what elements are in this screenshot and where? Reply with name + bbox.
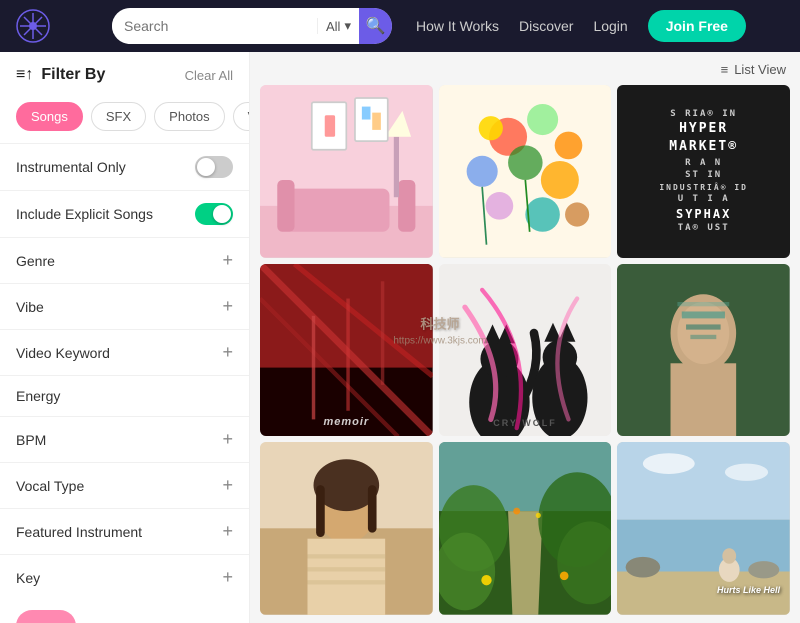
grid-item-coastal[interactable]: Hurts Like Hell — [617, 442, 790, 615]
grid-item-text-art[interactable]: S RIA® IN HYPER MARKET® R A N ST IN INDU… — [617, 85, 790, 258]
search-bar: All ▾ 🔍 — [112, 8, 392, 44]
genre-expand-icon: + — [222, 250, 233, 271]
memoir-illustration — [260, 264, 433, 437]
nav-discover[interactable]: Discover — [519, 18, 573, 34]
filter-section-genre[interactable]: Genre + — [0, 237, 249, 283]
vocal-type-label: Vocal Type — [16, 478, 84, 494]
filter-section-featured-instrument[interactable]: Featured Instrument + — [0, 508, 249, 554]
image-grid: S RIA® IN HYPER MARKET® R A N ST IN INDU… — [260, 85, 790, 615]
bpm-expand-icon: + — [222, 429, 233, 450]
filter-section-bpm[interactable]: BPM + — [0, 416, 249, 462]
instrumental-only-row: Instrumental Only — [0, 143, 249, 190]
filter-section-key[interactable]: Key + — [0, 554, 249, 600]
pink-room-illustration — [260, 85, 433, 258]
filter-title: ≡↑ Filter By — [16, 66, 105, 84]
filter-section-vibe[interactable]: Vibe + — [0, 283, 249, 329]
tab-videos[interactable]: Videos — [233, 102, 250, 131]
header: All ▾ 🔍 How It Works Discover Login Join… — [0, 0, 800, 52]
toggle-knob — [197, 158, 215, 176]
explicit-songs-row: Include Explicit Songs — [0, 190, 249, 237]
nav-links: How It Works Discover Login Join Free — [416, 10, 746, 42]
key-label: Key — [16, 570, 40, 586]
explicit-songs-toggle[interactable] — [195, 203, 233, 225]
woman-portrait-illustration — [260, 442, 433, 615]
content-header: ≡ List View — [260, 62, 790, 77]
grid-item-flowers[interactable] — [439, 85, 612, 258]
grid-item-green-portrait[interactable] — [617, 264, 790, 437]
search-button[interactable]: 🔍 — [359, 8, 392, 44]
filter-icon: ≡↑ — [16, 66, 33, 84]
join-free-button[interactable]: Join Free — [648, 10, 746, 42]
key-expand-icon: + — [222, 567, 233, 588]
content-area: ≡ List View — [250, 52, 800, 623]
clear-all-button[interactable]: Clear All — [185, 68, 233, 83]
nav-login[interactable]: Login — [593, 18, 627, 34]
chevron-down-icon: ▾ — [344, 18, 351, 34]
featured-instrument-expand-icon: + — [222, 521, 233, 542]
bpm-label: BPM — [16, 432, 46, 448]
sidebar: ≡↑ Filter By Clear All Songs SFX Photos … — [0, 52, 250, 623]
hurts-like-hell-label: Hurts Like Hell — [717, 585, 780, 595]
grid-item-pink-room[interactable] — [260, 85, 433, 258]
logo-icon — [16, 9, 50, 43]
toggle-knob — [213, 205, 231, 223]
grid-item-garden[interactable] — [439, 442, 612, 615]
cry-wolf-illustration — [439, 264, 612, 437]
garden-illustration — [439, 442, 612, 615]
grid-item-memoir[interactable]: memoir — [260, 264, 433, 437]
category-tabs: Songs SFX Photos Videos — [0, 94, 249, 143]
logo — [16, 9, 96, 43]
flowers-illustration — [439, 85, 612, 258]
instrumental-only-toggle[interactable] — [195, 156, 233, 178]
video-keyword-expand-icon: + — [222, 342, 233, 363]
energy-label: Energy — [16, 388, 60, 404]
main-layout: ≡↑ Filter By Clear All Songs SFX Photos … — [0, 52, 800, 623]
filter-section-video-keyword[interactable]: Video Keyword + — [0, 329, 249, 375]
search-dropdown[interactable]: All ▾ — [317, 18, 359, 34]
featured-instrument-label: Featured Instrument — [16, 524, 142, 540]
filter-section-energy[interactable]: Energy — [0, 375, 249, 416]
memoir-label: memoir — [260, 416, 433, 428]
grid-item-woman-portrait[interactable] — [260, 442, 433, 615]
search-icon: 🔍 — [366, 16, 386, 36]
list-view-icon: ≡ — [721, 62, 729, 77]
video-keyword-label: Video Keyword — [16, 345, 110, 361]
cry-wolf-label: CRY WOLF — [439, 418, 612, 428]
search-input[interactable] — [112, 18, 317, 34]
grid-item-cry-wolf[interactable]: CRY WOLF — [439, 264, 612, 437]
green-portrait-illustration — [617, 264, 790, 437]
vibe-label: Vibe — [16, 299, 44, 315]
vocal-type-expand-icon: + — [222, 475, 233, 496]
filter-header: ≡↑ Filter By Clear All — [0, 52, 249, 94]
genre-label: Genre — [16, 253, 55, 269]
tab-songs[interactable]: Songs — [16, 102, 83, 131]
tab-photos[interactable]: Photos — [154, 102, 224, 131]
tab-sfx[interactable]: SFX — [91, 102, 146, 131]
list-view-button[interactable]: ≡ List View — [721, 62, 786, 77]
filter-section-vocal-type[interactable]: Vocal Type + — [0, 462, 249, 508]
nav-how-it-works[interactable]: How It Works — [416, 18, 499, 34]
explicit-songs-label: Include Explicit Songs — [16, 206, 153, 222]
instrumental-only-label: Instrumental Only — [16, 159, 126, 175]
vibe-expand-icon: + — [222, 296, 233, 317]
